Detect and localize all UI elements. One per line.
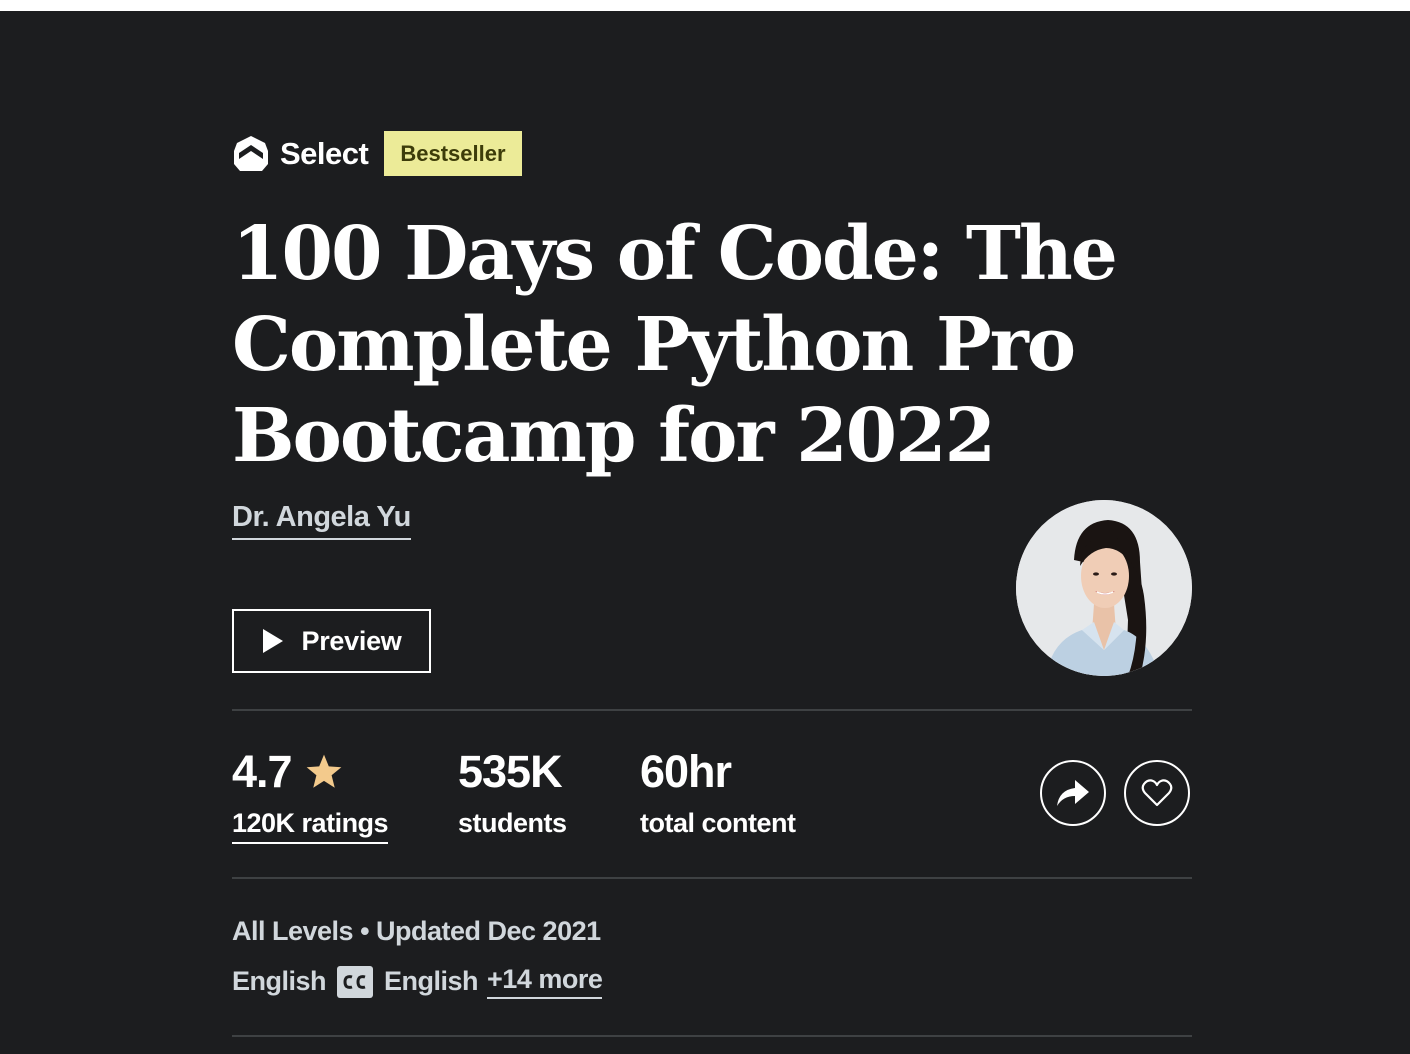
star-icon	[306, 754, 341, 788]
badge-row: Select Bestseller	[232, 131, 522, 176]
wishlist-button[interactable]	[1124, 760, 1190, 826]
caption-language: English	[384, 966, 479, 996]
udemy-select-logo: Select	[232, 134, 369, 174]
course-title-line: Complete Python Pro	[232, 302, 1076, 388]
course-header: Select Bestseller 100 Days of Code: The …	[232, 11, 1192, 1054]
select-label: Select	[280, 135, 369, 171]
bestseller-badge: Bestseller	[384, 131, 522, 176]
rating-value-row: 4.7	[232, 746, 388, 798]
closed-captions-icon	[337, 965, 374, 998]
preview-button[interactable]: Preview	[232, 609, 431, 673]
students-value: 535K	[458, 746, 563, 797]
ratings-count-link[interactable]: 120K ratings	[232, 808, 389, 844]
play-icon	[262, 629, 283, 653]
course-title: 100 Days of Code: The Complete Python Pr…	[232, 209, 1172, 482]
audio-language: English	[232, 966, 327, 996]
instructor-photo	[1016, 500, 1192, 676]
divider	[232, 877, 1192, 879]
preview-label: Preview	[301, 625, 402, 656]
level-updated-text: All Levels • Updated Dec 2021	[232, 916, 601, 946]
divider	[232, 709, 1192, 711]
share-icon	[1057, 780, 1089, 806]
language-row: English English +14 more	[232, 964, 603, 999]
rating-stat: 4.7 120K ratings	[232, 746, 389, 844]
instructor-avatar[interactable]	[1016, 500, 1192, 676]
students-label: students	[458, 808, 567, 838]
divider	[232, 1035, 1192, 1037]
course-title-line: 100 Days of Code: The	[232, 211, 1118, 297]
select-logo-icon	[234, 135, 268, 171]
content-value: 60hr	[640, 746, 732, 797]
rating-value: 4.7	[232, 746, 293, 797]
content-label: total content	[640, 808, 796, 838]
course-title-line: Bootcamp for 2022	[232, 393, 996, 479]
content-stat: 60hr total content	[640, 746, 796, 839]
heart-icon	[1141, 779, 1173, 807]
more-languages-link[interactable]: +14 more	[487, 964, 603, 999]
instructor-link[interactable]: Dr. Angela Yu	[232, 501, 411, 540]
share-button[interactable]	[1040, 760, 1106, 826]
students-stat: 535K students	[458, 746, 567, 839]
top-bar	[0, 0, 1410, 11]
